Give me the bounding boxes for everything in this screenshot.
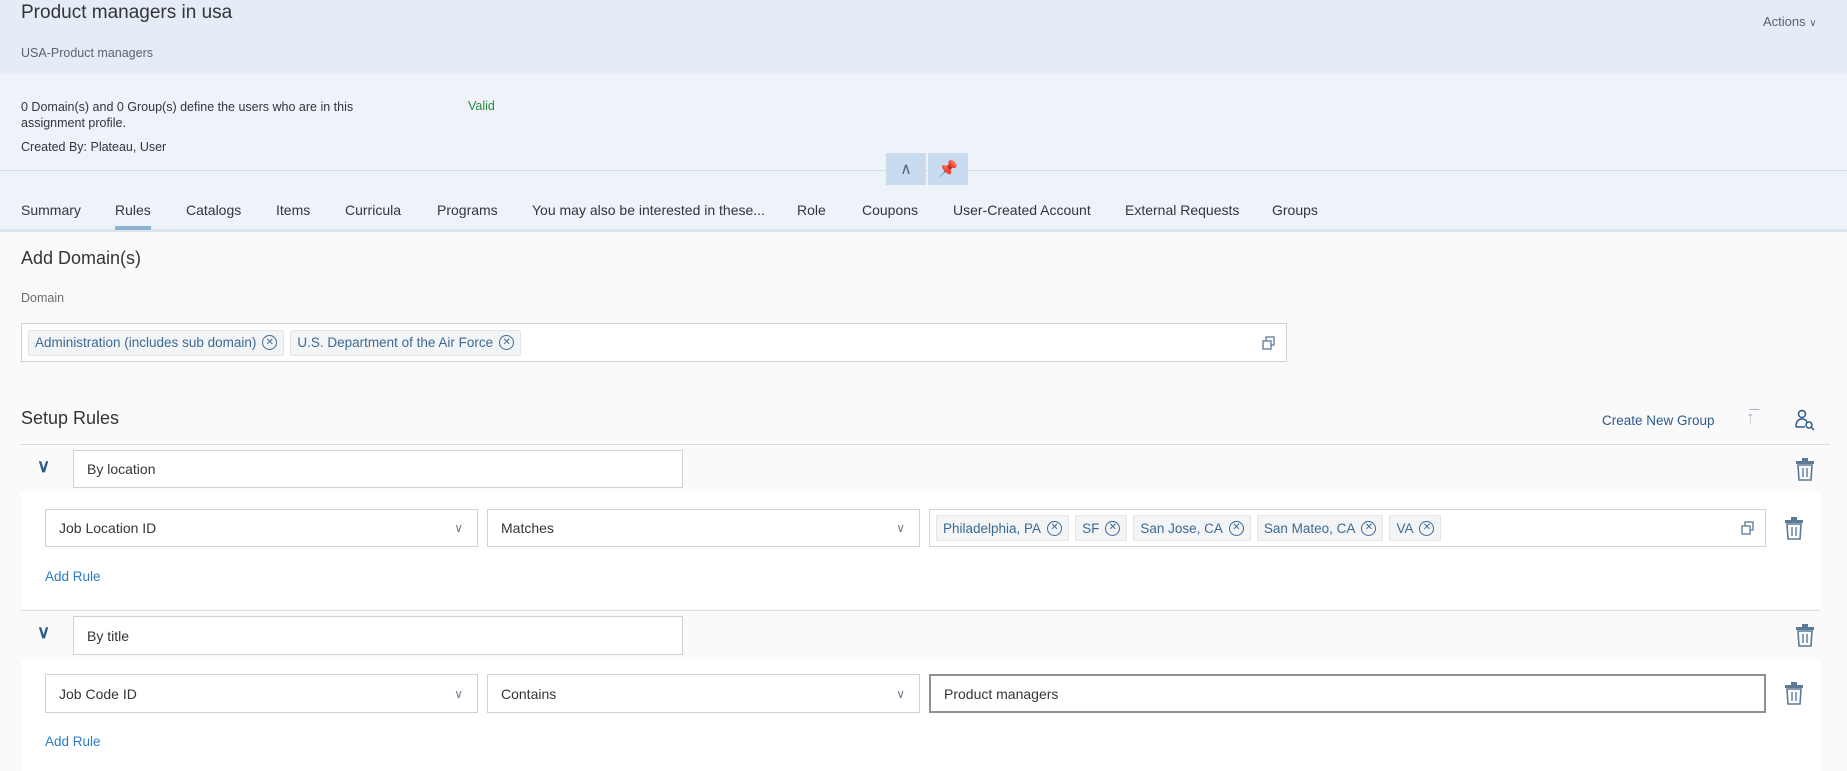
add-rule-link[interactable]: Add Rule — [45, 569, 101, 584]
add-rule-link[interactable]: Add Rule — [45, 734, 101, 749]
page-header: Product managers in usa USA-Product mana… — [0, 0, 1847, 74]
chevron-down-icon: ∨ — [896, 521, 905, 535]
actions-label: Actions — [1763, 14, 1806, 29]
value-chip: SF ✕ — [1075, 515, 1127, 541]
tab-role[interactable]: Role — [797, 202, 826, 218]
chip-label: SF — [1082, 521, 1099, 536]
pin-icon: 📌 — [938, 159, 958, 179]
tab-you-may-also-be-interested[interactable]: You may also be interested in these... — [532, 202, 765, 218]
pin-header-button[interactable]: 📌 — [928, 153, 968, 185]
collapse-header-button[interactable]: ∧ — [886, 153, 926, 185]
domain-label: Domain — [21, 291, 64, 305]
sort-up-icon[interactable]: ↑̅ — [1746, 408, 1755, 428]
chip-label: Administration (includes sub domain) — [35, 335, 256, 350]
domain-chip: U.S. Department of the Air Force ✕ — [290, 330, 521, 356]
created-by: Created By: Plateau, User — [21, 140, 166, 154]
tab-coupons[interactable]: Coupons — [862, 202, 918, 218]
rule-text-input[interactable]: Product managers — [929, 674, 1766, 713]
page-subtitle: USA-Product managers — [21, 46, 153, 60]
select-value: Matches — [501, 520, 554, 536]
chevron-down-icon: ∨ — [896, 687, 905, 701]
delete-rule-trash-icon[interactable] — [1784, 681, 1804, 705]
group-name-input[interactable]: By title — [73, 616, 683, 655]
tab-programs[interactable]: Programs — [437, 202, 498, 218]
remove-chip-icon[interactable]: ✕ — [1229, 521, 1244, 536]
chip-label: San Jose, CA — [1140, 521, 1223, 536]
select-value: Job Code ID — [59, 686, 137, 702]
user-search-icon[interactable] — [1794, 409, 1816, 431]
chevron-down-icon: ∨ — [454, 521, 463, 535]
remove-chip-icon[interactable]: ✕ — [262, 335, 277, 350]
rule-operator-select[interactable]: Contains ∨ — [487, 674, 920, 713]
group-collapse-chevron-icon[interactable]: ∨ — [37, 622, 50, 643]
input-value: Product managers — [944, 686, 1058, 702]
chip-label: Philadelphia, PA — [943, 521, 1041, 536]
chip-label: U.S. Department of the Air Force — [297, 335, 493, 350]
divider — [21, 444, 1830, 445]
value-chip: San Jose, CA ✕ — [1133, 515, 1251, 541]
status-badge: Valid — [468, 99, 495, 113]
setup-rules-heading: Setup Rules — [21, 408, 119, 429]
divider — [21, 610, 1820, 611]
chip-label: VA — [1396, 521, 1413, 536]
select-value: Contains — [501, 686, 556, 702]
tab-user-created-account[interactable]: User-Created Account — [953, 202, 1091, 218]
profile-description: 0 Domain(s) and 0 Group(s) define the us… — [21, 99, 401, 131]
rule-field-select[interactable]: Job Code ID ∨ — [45, 674, 478, 713]
chevron-down-icon: ∨ — [454, 687, 463, 701]
group-name-input[interactable]: By location — [73, 450, 683, 488]
rule-operator-select[interactable]: Matches ∨ — [487, 509, 920, 547]
remove-chip-icon[interactable]: ✕ — [1047, 521, 1062, 536]
rule-values-input[interactable]: Philadelphia, PA ✕ SF ✕ San Jose, CA ✕ San … — [929, 509, 1766, 547]
chevron-down-icon: ∨ — [1809, 18, 1816, 29]
group-collapse-chevron-icon[interactable]: ∨ — [37, 456, 50, 477]
chip-label: San Mateo, CA — [1264, 521, 1356, 536]
delete-group-trash-icon[interactable] — [1795, 623, 1815, 647]
group-name-value: By title — [87, 628, 129, 644]
domain-chip: Administration (includes sub domain) ✕ — [28, 330, 284, 356]
tab-summary[interactable]: Summary — [21, 202, 81, 218]
domain-input[interactable]: Administration (includes sub domain) ✕ U.… — [21, 323, 1287, 362]
group-name-value: By location — [87, 461, 155, 477]
actions-menu-button[interactable]: Actions ∨ — [1763, 14, 1817, 29]
value-help-icon[interactable] — [1262, 336, 1276, 350]
value-chip: VA ✕ — [1389, 515, 1441, 541]
value-chip: Philadelphia, PA ✕ — [936, 515, 1069, 541]
remove-chip-icon[interactable]: ✕ — [1419, 521, 1434, 536]
delete-rule-trash-icon[interactable] — [1784, 516, 1804, 540]
value-chip: San Mateo, CA ✕ — [1257, 515, 1384, 541]
remove-chip-icon[interactable]: ✕ — [1361, 521, 1376, 536]
rule-group-body: Job Code ID∨ Contains∨ Product managers … — [21, 659, 1820, 771]
add-domains-heading: Add Domain(s) — [21, 248, 141, 269]
page-title: Product managers in usa — [21, 2, 232, 24]
tab-items[interactable]: Items — [276, 202, 310, 218]
chevron-up-icon: ∧ — [900, 159, 912, 179]
delete-group-trash-icon[interactable] — [1795, 457, 1815, 481]
select-value: Job Location ID — [59, 520, 156, 536]
tab-curricula[interactable]: Curricula — [345, 202, 401, 218]
tab-external-requests[interactable]: External Requests — [1125, 202, 1239, 218]
remove-chip-icon[interactable]: ✕ — [499, 335, 514, 350]
rule-group-body: Job Location ID ∨ Matches ∨ Philadelphia, … — [21, 492, 1820, 609]
create-new-group-link[interactable]: Create New Group — [1602, 413, 1715, 428]
rule-field-select[interactable]: Job Location ID ∨ — [45, 509, 478, 547]
remove-chip-icon[interactable]: ✕ — [1105, 521, 1120, 536]
tab-groups[interactable]: Groups — [1272, 202, 1318, 218]
tab-catalogs[interactable]: Catalogs — [186, 202, 241, 218]
tab-rules[interactable]: Rules — [115, 202, 151, 218]
value-help-icon[interactable] — [1741, 521, 1755, 535]
